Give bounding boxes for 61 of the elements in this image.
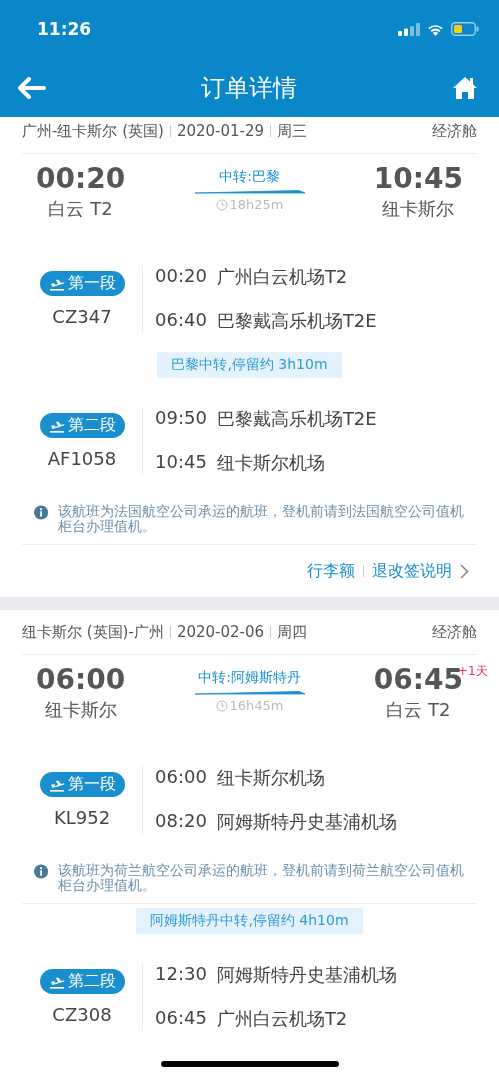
segment-badge: 第二段 bbox=[39, 413, 125, 438]
flight-number: CZ347 bbox=[52, 306, 112, 327]
stop-time: 10:45 bbox=[155, 451, 207, 474]
wifi-icon bbox=[427, 22, 444, 36]
airport-name: 广州白云机场T2 bbox=[216, 265, 348, 289]
arrival-place: 纽卡斯尔 bbox=[382, 197, 455, 221]
cabin-class: 经济舱 bbox=[432, 121, 477, 141]
segment-badge: 第一段 bbox=[39, 271, 125, 296]
stop-time: 08:20 bbox=[155, 810, 207, 833]
status-time: 11:26 bbox=[37, 19, 92, 39]
stop-time: 06:00 bbox=[155, 766, 207, 789]
segment-badge: 第一段 bbox=[39, 772, 125, 797]
transfer-city: 中转:巴黎 bbox=[219, 168, 280, 186]
notice-text: 该航班为荷兰航空公司承运的航班，登机前请到荷兰航空公司值机柜台办理值机。 bbox=[58, 863, 466, 893]
airport-name: 巴黎戴高乐机场T2E bbox=[216, 407, 377, 431]
layover-tag: 巴黎中转,停留约 3h10m bbox=[157, 352, 342, 378]
airport-name: 巴黎戴高乐机场T2E bbox=[216, 309, 377, 333]
clock-icon bbox=[215, 198, 228, 211]
arrival-place: 白云 T2 bbox=[386, 698, 451, 722]
departure-time: 06:00 bbox=[36, 663, 126, 696]
departure-place: 白云 T2 bbox=[48, 197, 113, 221]
flight-duration: 16h45m bbox=[229, 698, 284, 713]
clock-icon bbox=[215, 699, 228, 712]
flight-number: KL952 bbox=[53, 807, 111, 828]
battery-icon bbox=[451, 22, 479, 36]
trip-route: 纽卡斯尔 (英国)-广州 bbox=[22, 622, 164, 642]
layover-tag: 阿姆斯特丹中转,停留约 4h10m bbox=[136, 908, 363, 934]
trip-date: 2020-01-29 bbox=[176, 122, 265, 140]
flight-number: CZ308 bbox=[52, 1004, 112, 1025]
home-icon[interactable] bbox=[452, 75, 478, 100]
flight-number: AF1058 bbox=[47, 448, 117, 469]
info-link[interactable]: 行李额 bbox=[307, 560, 355, 582]
airport-name: 阿姆斯特丹史基浦机场 bbox=[216, 963, 397, 987]
trip-date: 2020-02-06 bbox=[176, 623, 265, 641]
arrival-time: 10:45 bbox=[373, 162, 463, 195]
signal-icon bbox=[398, 22, 420, 36]
transfer-city: 中转:阿姆斯特丹 bbox=[198, 669, 301, 687]
airport-name: 阿姆斯特丹史基浦机场 bbox=[216, 810, 397, 834]
info-icon bbox=[34, 504, 49, 521]
page-title: 订单详情 bbox=[201, 72, 297, 104]
info-icon bbox=[34, 863, 49, 880]
cabin-class: 经济舱 bbox=[432, 622, 477, 642]
trip-weekday: 周三 bbox=[277, 121, 308, 141]
chevron-icon[interactable] bbox=[460, 563, 469, 579]
notice-text: 该航班为法国航空公司承运的航班，登机前请到法国航空公司值机柜台办理值机。 bbox=[58, 504, 466, 534]
flight-duration: 18h25m bbox=[229, 197, 284, 212]
departure-place: 纽卡斯尔 bbox=[44, 698, 117, 722]
airport-name: 纽卡斯尔机场 bbox=[216, 766, 325, 790]
airport-name: 纽卡斯尔机场 bbox=[216, 451, 325, 475]
back-icon[interactable] bbox=[18, 76, 46, 99]
airport-name: 广州白云机场T2 bbox=[216, 1007, 348, 1031]
stop-time: 12:30 bbox=[155, 963, 207, 986]
info-link[interactable]: 退改签说明 bbox=[372, 560, 452, 582]
stop-time: 06:40 bbox=[155, 309, 207, 332]
segment-badge: 第二段 bbox=[39, 969, 125, 994]
trip-route: 广州-纽卡斯尔 (英国) bbox=[22, 121, 164, 141]
trip-weekday: 周四 bbox=[277, 622, 308, 642]
stop-time: 06:45 bbox=[155, 1007, 207, 1030]
stop-time: 00:20 bbox=[155, 265, 207, 288]
departure-time: 00:20 bbox=[36, 162, 126, 195]
stop-time: 09:50 bbox=[155, 407, 207, 430]
